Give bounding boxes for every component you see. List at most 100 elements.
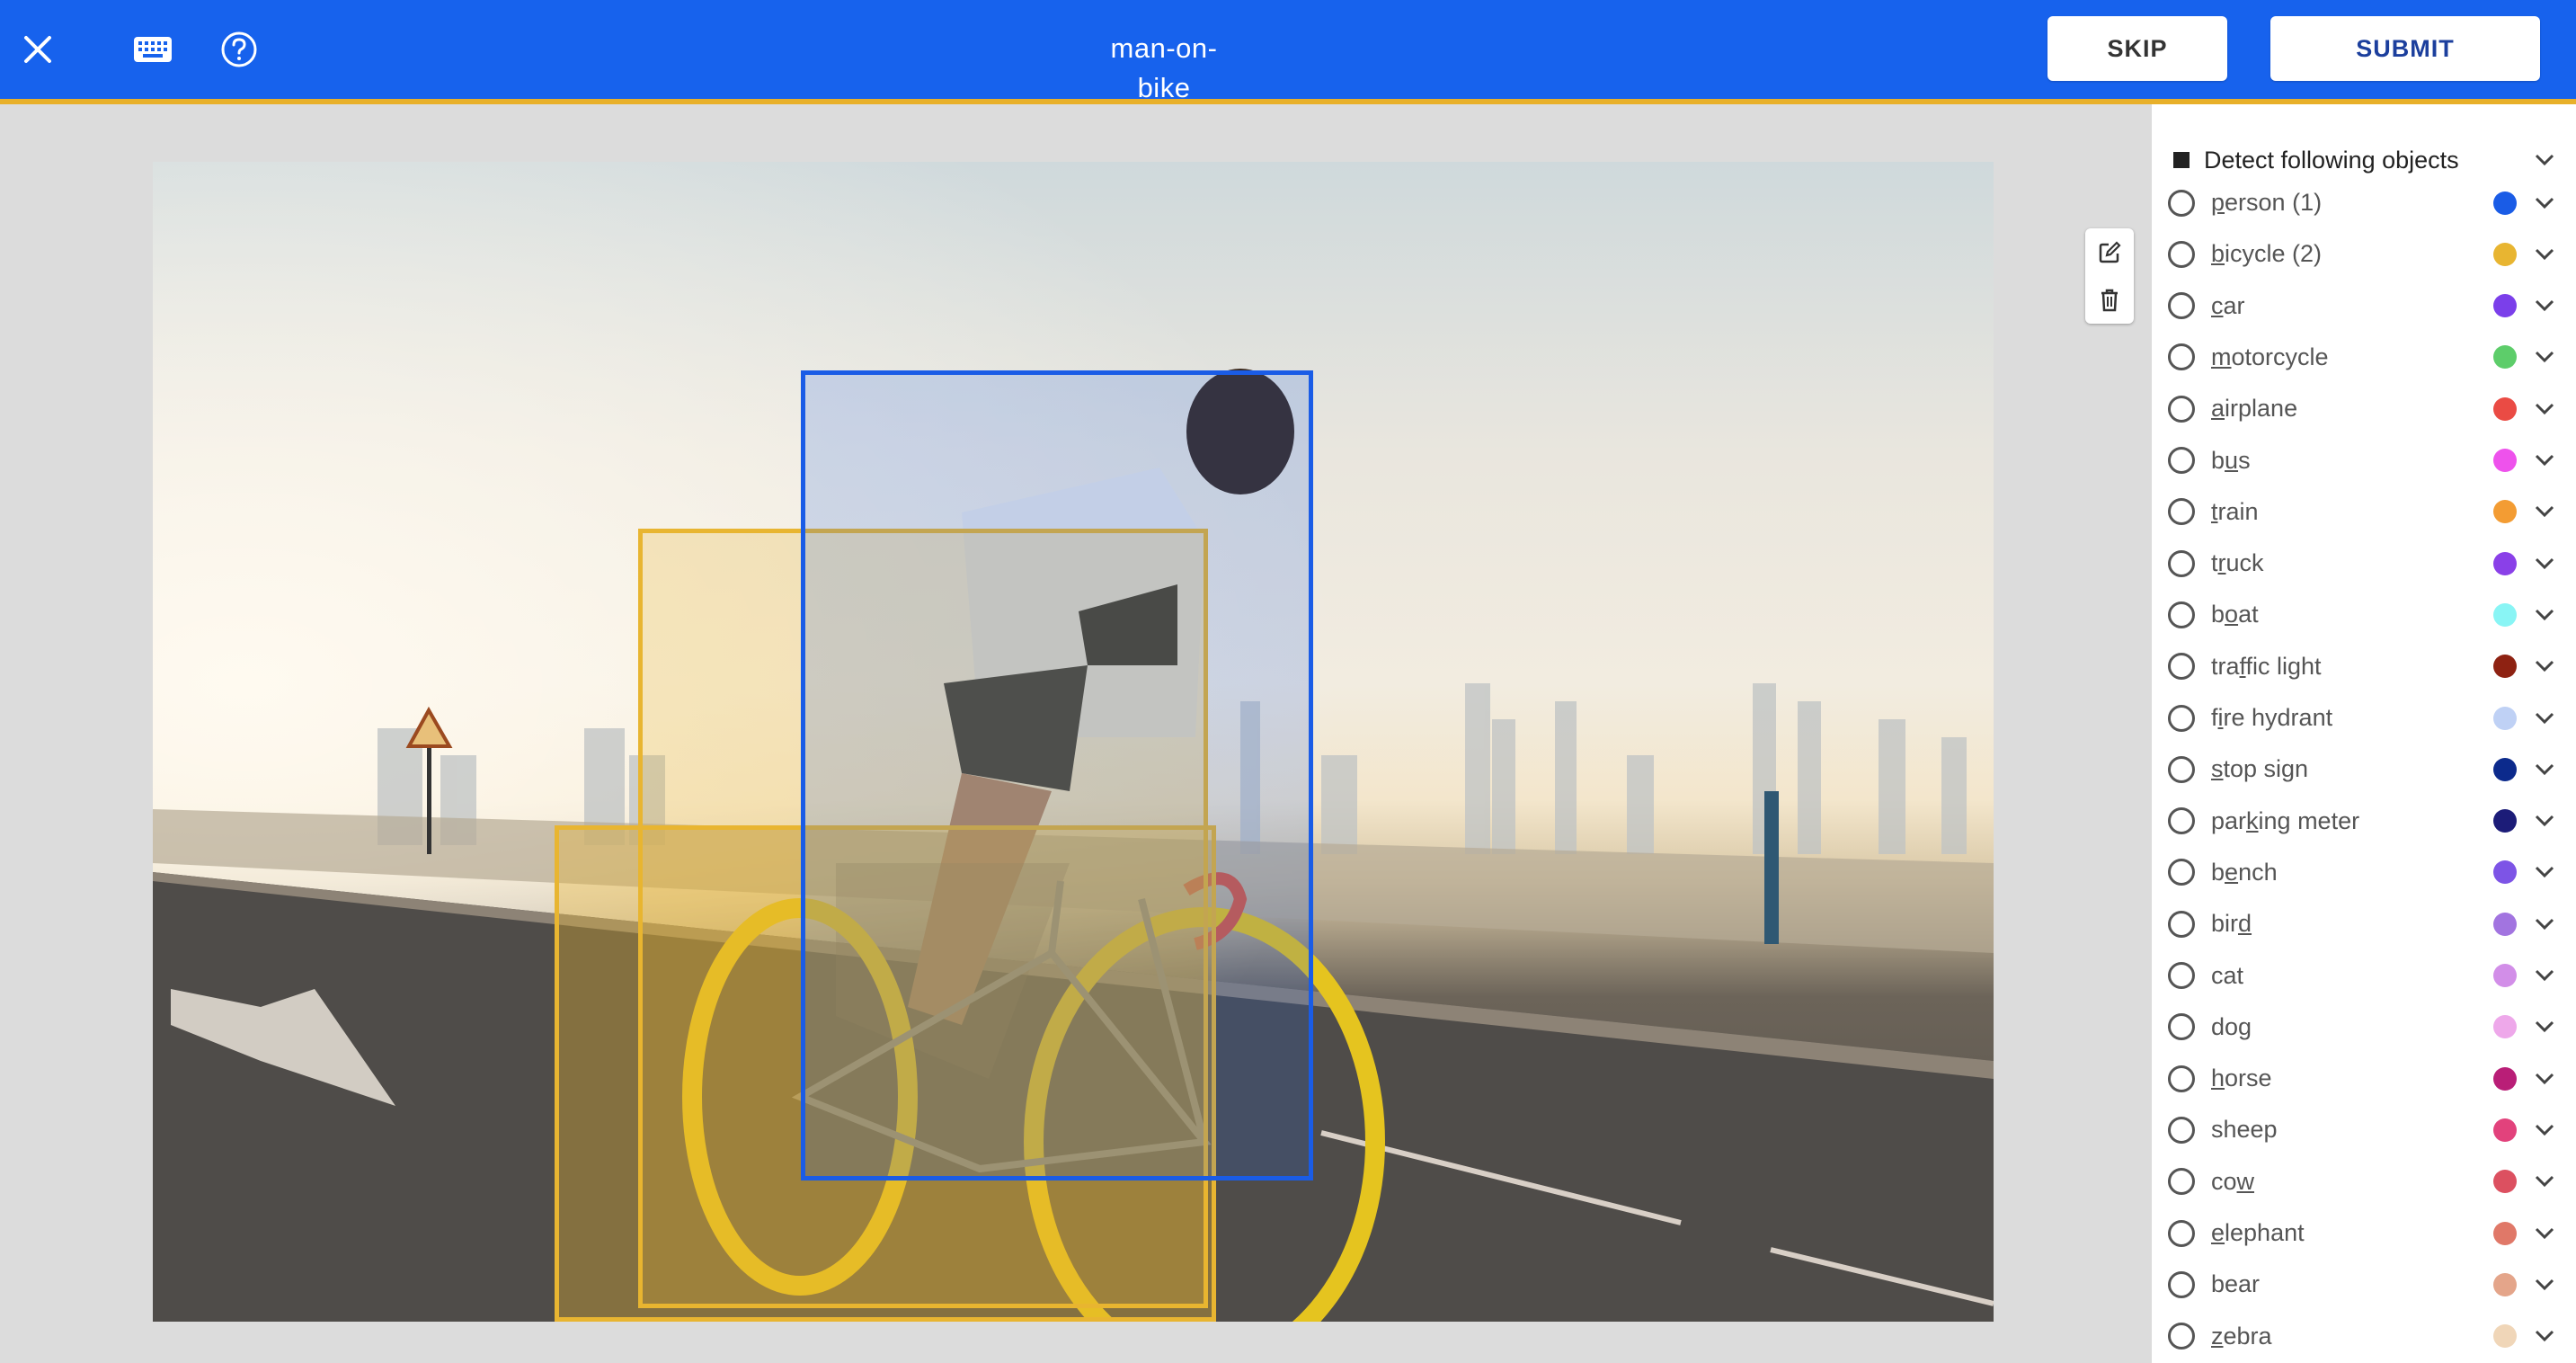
radio-button[interactable] bbox=[2168, 1219, 2195, 1247]
chevron-down-icon[interactable] bbox=[2529, 1321, 2560, 1351]
label-item-name: elephant bbox=[2211, 1219, 2305, 1246]
label-item[interactable]: dog bbox=[2168, 1002, 2560, 1053]
label-item[interactable]: truck bbox=[2168, 538, 2560, 589]
chevron-down-icon[interactable] bbox=[2529, 145, 2560, 175]
label-item[interactable]: stop sign bbox=[2168, 744, 2560, 795]
label-item[interactable]: horse bbox=[2168, 1053, 2560, 1104]
label-item[interactable]: boat bbox=[2168, 589, 2560, 640]
skip-button[interactable]: SKIP bbox=[2047, 16, 2227, 81]
trash-icon[interactable] bbox=[2085, 276, 2134, 324]
label-item-name: bird bbox=[2211, 910, 2252, 938]
close-icon[interactable] bbox=[11, 22, 65, 76]
chevron-down-icon[interactable] bbox=[2529, 1011, 2560, 1042]
chevron-down-icon[interactable] bbox=[2529, 1064, 2560, 1094]
radio-button[interactable] bbox=[2168, 704, 2195, 732]
chevron-down-icon[interactable] bbox=[2529, 703, 2560, 734]
color-dot bbox=[2493, 551, 2517, 575]
color-dot bbox=[2493, 345, 2517, 370]
label-item[interactable]: bicycle (2) bbox=[2168, 228, 2560, 280]
label-group-header[interactable]: Detect following objects bbox=[2173, 140, 2560, 180]
chevron-down-icon[interactable] bbox=[2529, 290, 2560, 321]
color-dot bbox=[2493, 860, 2517, 885]
label-item[interactable]: bus bbox=[2168, 435, 2560, 486]
annotation-canvas[interactable] bbox=[0, 104, 2150, 1363]
radio-button[interactable] bbox=[2168, 755, 2195, 783]
radio-button[interactable] bbox=[2168, 1013, 2195, 1041]
chevron-down-icon[interactable] bbox=[2529, 806, 2560, 836]
label-item[interactable]: cat bbox=[2168, 950, 2560, 1002]
radio-button[interactable] bbox=[2168, 962, 2195, 989]
label-item[interactable]: elephant bbox=[2168, 1207, 2560, 1259]
chevron-down-icon[interactable] bbox=[2529, 496, 2560, 527]
radio-button[interactable] bbox=[2168, 549, 2195, 577]
chevron-down-icon[interactable] bbox=[2529, 651, 2560, 682]
label-item-name: cat bbox=[2211, 961, 2244, 989]
color-dot bbox=[2493, 294, 2517, 318]
chevron-down-icon[interactable] bbox=[2529, 909, 2560, 940]
radio-button[interactable] bbox=[2168, 601, 2195, 628]
top-bar: man-on-bike SKIP SUBMIT bbox=[0, 0, 2576, 104]
label-item[interactable]: bear bbox=[2168, 1259, 2560, 1310]
radio-button[interactable] bbox=[2168, 1065, 2195, 1092]
radio-button[interactable] bbox=[2168, 1270, 2195, 1298]
chevron-down-icon[interactable] bbox=[2529, 857, 2560, 887]
label-item[interactable]: cow bbox=[2168, 1156, 2560, 1207]
edit-icon[interactable] bbox=[2085, 228, 2134, 276]
chevron-down-icon[interactable] bbox=[2529, 1218, 2560, 1249]
label-item[interactable]: person (1) bbox=[2168, 177, 2560, 228]
chevron-down-icon[interactable] bbox=[2529, 960, 2560, 991]
radio-button[interactable] bbox=[2168, 498, 2195, 526]
label-item-name: cow bbox=[2211, 1167, 2255, 1195]
radio-button[interactable] bbox=[2168, 395, 2195, 423]
chevron-down-icon[interactable] bbox=[2529, 445, 2560, 476]
chevron-down-icon[interactable] bbox=[2529, 188, 2560, 218]
keyboard-icon[interactable] bbox=[126, 22, 180, 76]
label-item-name: bear bbox=[2211, 1270, 2261, 1298]
label-item[interactable]: car bbox=[2168, 281, 2560, 332]
bbox-person[interactable] bbox=[801, 370, 1313, 1180]
label-item-name: truck bbox=[2211, 549, 2264, 577]
label-item-name: stop sign bbox=[2211, 755, 2309, 783]
radio-button[interactable] bbox=[2168, 910, 2195, 938]
label-item-name: traffic light bbox=[2211, 652, 2322, 680]
radio-button[interactable] bbox=[2168, 807, 2195, 835]
label-item[interactable]: airplane bbox=[2168, 383, 2560, 434]
label-sidebar: Detect following objects person (1) bicyc… bbox=[2152, 104, 2576, 1363]
page-title: man-on-bike bbox=[1110, 32, 1218, 103]
chevron-down-icon[interactable] bbox=[2529, 342, 2560, 372]
radio-button[interactable] bbox=[2168, 292, 2195, 320]
label-item-name: airplane bbox=[2211, 395, 2298, 423]
label-item[interactable]: motorcycle bbox=[2168, 332, 2560, 383]
chevron-down-icon[interactable] bbox=[2529, 1269, 2560, 1300]
submit-button[interactable]: SUBMIT bbox=[2270, 16, 2540, 81]
radio-button[interactable] bbox=[2168, 240, 2195, 268]
label-item[interactable]: sheep bbox=[2168, 1104, 2560, 1155]
chevron-down-icon[interactable] bbox=[2529, 1115, 2560, 1145]
label-item-name: parking meter bbox=[2211, 806, 2360, 834]
chevron-down-icon[interactable] bbox=[2529, 394, 2560, 424]
chevron-down-icon[interactable] bbox=[2529, 754, 2560, 785]
chevron-down-icon[interactable] bbox=[2529, 1166, 2560, 1197]
label-item[interactable]: train bbox=[2168, 486, 2560, 538]
label-item[interactable]: bench bbox=[2168, 847, 2560, 898]
radio-button[interactable] bbox=[2168, 343, 2195, 371]
radio-button[interactable] bbox=[2168, 653, 2195, 681]
radio-button[interactable] bbox=[2168, 189, 2195, 217]
label-item[interactable]: fire hydrant bbox=[2168, 692, 2560, 744]
color-dot bbox=[2493, 706, 2517, 730]
label-item[interactable]: zebra bbox=[2168, 1311, 2560, 1362]
label-item[interactable]: bird bbox=[2168, 898, 2560, 949]
radio-button[interactable] bbox=[2168, 1168, 2195, 1196]
color-dot bbox=[2493, 655, 2517, 679]
label-item[interactable]: traffic light bbox=[2168, 641, 2560, 692]
radio-button[interactable] bbox=[2168, 447, 2195, 474]
chevron-down-icon[interactable] bbox=[2529, 239, 2560, 270]
radio-button[interactable] bbox=[2168, 1116, 2195, 1144]
radio-button[interactable] bbox=[2168, 1323, 2195, 1350]
chevron-down-icon[interactable] bbox=[2529, 548, 2560, 579]
label-item[interactable]: parking meter bbox=[2168, 796, 2560, 847]
chevron-down-icon[interactable] bbox=[2529, 600, 2560, 630]
color-dot bbox=[2493, 757, 2517, 781]
help-icon[interactable] bbox=[212, 22, 266, 76]
radio-button[interactable] bbox=[2168, 859, 2195, 886]
